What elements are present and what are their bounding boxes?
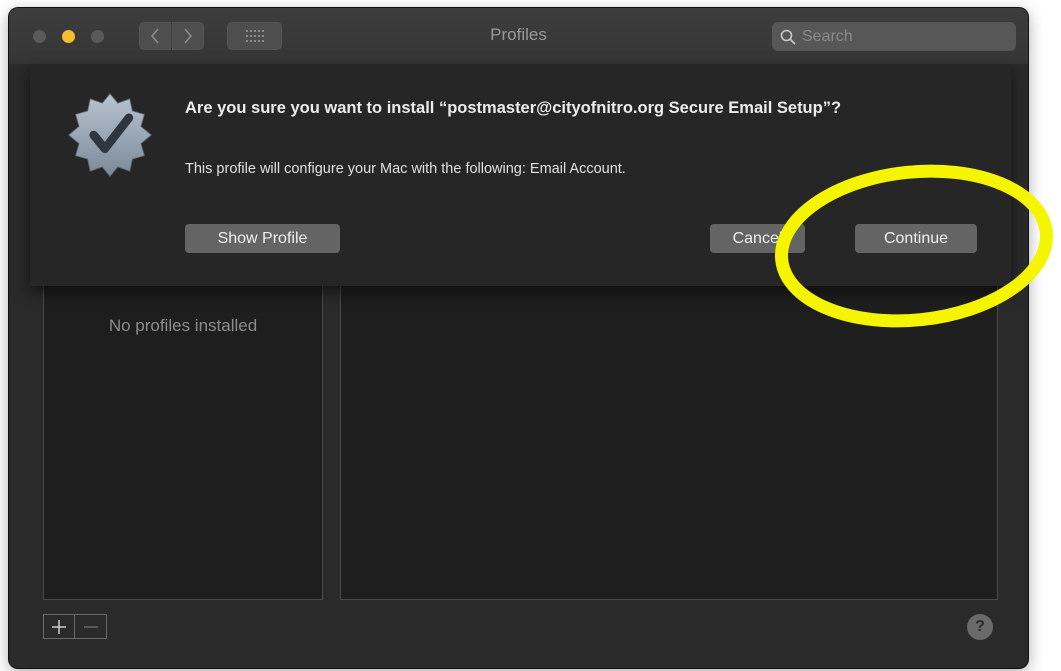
preferences-window: Profiles Search No profiles installed ? — [9, 8, 1028, 668]
title-bar: Profiles Search — [9, 8, 1028, 64]
search-field[interactable]: Search — [772, 22, 1016, 51]
search-icon — [780, 29, 796, 45]
highlight-ellipse-annotation — [775, 164, 1053, 328]
search-placeholder: Search — [802, 27, 853, 45]
add-remove-control — [43, 614, 107, 639]
verified-badge-icon — [68, 93, 152, 177]
sheet-message: This profile will configure your Mac wit… — [185, 161, 626, 177]
sheet-title: Are you sure you want to install “postma… — [185, 99, 842, 117]
plus-icon — [52, 619, 66, 634]
empty-state-text: No profiles installed — [108, 316, 258, 335]
add-profile-button[interactable] — [43, 614, 75, 639]
profiles-list[interactable]: No profiles installed — [43, 272, 323, 600]
remove-profile-button[interactable] — [75, 614, 107, 639]
help-button[interactable]: ? — [967, 614, 993, 640]
minus-icon — [83, 625, 98, 628]
show-profile-button[interactable]: Show Profile — [185, 224, 340, 253]
